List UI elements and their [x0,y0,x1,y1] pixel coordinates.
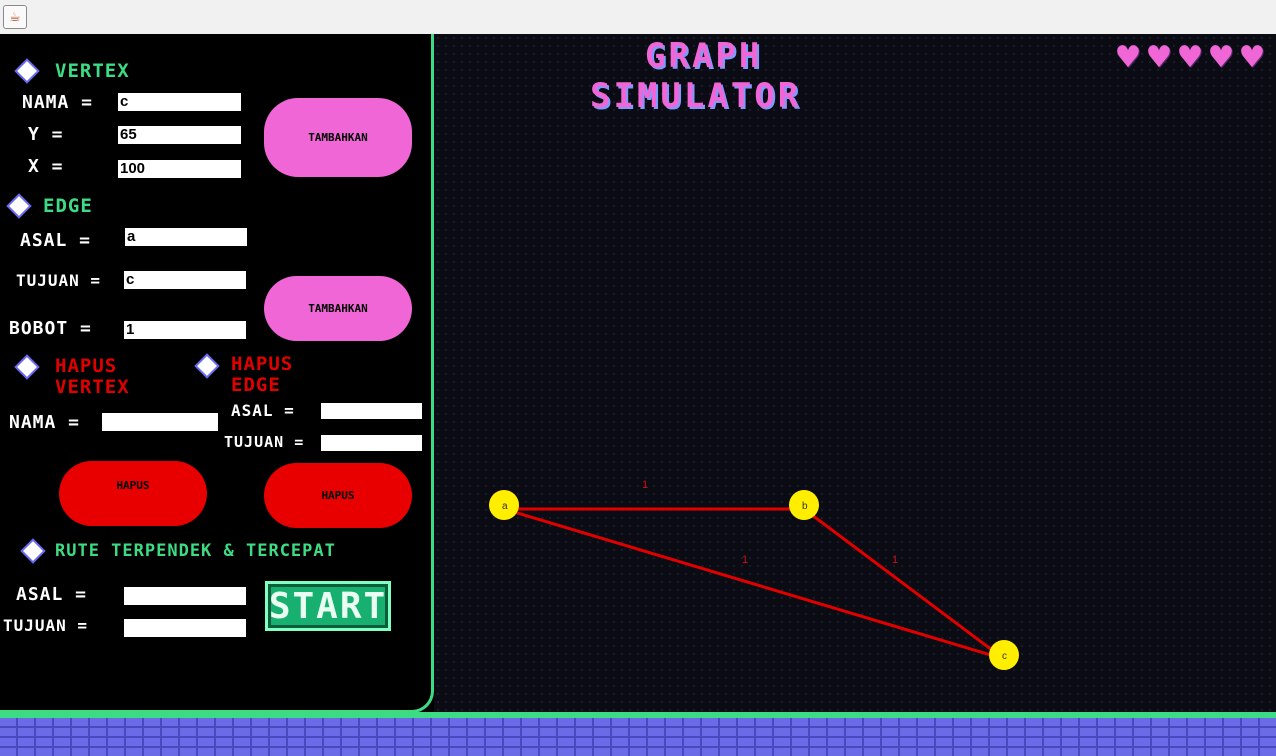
hapus-vertex-nama-input[interactable] [102,413,218,431]
edge-asal-label: ASAL = [20,230,92,251]
edge-tujuan-label: TUJUAN = [16,271,102,290]
hapus-edge-button[interactable]: HAPUS [264,463,412,528]
route-heading: RUTE TERPENDEK & TERCEPAT [55,541,336,561]
vertex-y-label: Y = [28,124,64,145]
title-line1: GRAPH [645,36,763,76]
edge-tujuan-input[interactable] [124,271,246,289]
edge-asal-input[interactable] [125,228,247,246]
heart-icon: ♥ [1145,40,1173,75]
hapus-edge-asal-input[interactable] [321,403,422,419]
vertex-nama-label: NAMA = [22,92,94,113]
hapus-vertex-heading-line2: VERTEX [55,376,130,398]
vertex-nama-input[interactable] [118,93,241,111]
vertex-heading: VERTEX [55,60,130,82]
window-titlebar: ☕ [0,0,1276,35]
title-line2: SIMULATOR [590,76,802,116]
hapus-vertex-button[interactable]: HAPUS [59,461,207,526]
heart-icon: ♥ [1114,40,1142,75]
route-tujuan-label: TUJUAN = [3,616,89,635]
brick-floor [0,712,1276,756]
hapus-edge-asal-label: ASAL = [231,401,295,420]
edge-bobot-label: BOBOT = [9,318,92,339]
hapus-vertex-nama-label: NAMA = [9,412,81,433]
hapus-vertex-heading-line1: HAPUS [55,355,118,377]
edge-bobot-input[interactable] [124,321,246,339]
vertex-y-input[interactable] [118,126,241,144]
route-asal-input[interactable] [124,587,246,605]
graph-canvas[interactable] [434,34,1276,712]
add-edge-button[interactable]: TAMBAHKAN [264,276,412,341]
heart-icon: ♥ [1238,40,1266,75]
add-vertex-button[interactable]: TAMBAHKAN [264,98,412,177]
hapus-edge-tujuan-label: TUJUAN = [224,433,305,451]
vertex-x-input[interactable] [118,160,241,178]
start-button[interactable]: START [265,581,391,631]
vertex-x-label: X = [28,156,64,177]
java-cup-icon[interactable]: ☕ [3,5,27,29]
heart-icon: ♥ [1176,40,1204,75]
edge-heading: EDGE [43,195,93,217]
route-tujuan-input[interactable] [124,619,246,637]
hapus-edge-tujuan-input[interactable] [321,435,422,451]
hapus-edge-heading-line1: HAPUS [231,353,294,375]
heart-icon: ♥ [1207,40,1235,75]
route-asal-label: ASAL = [16,584,88,605]
hapus-edge-heading-line2: EDGE [231,374,281,396]
